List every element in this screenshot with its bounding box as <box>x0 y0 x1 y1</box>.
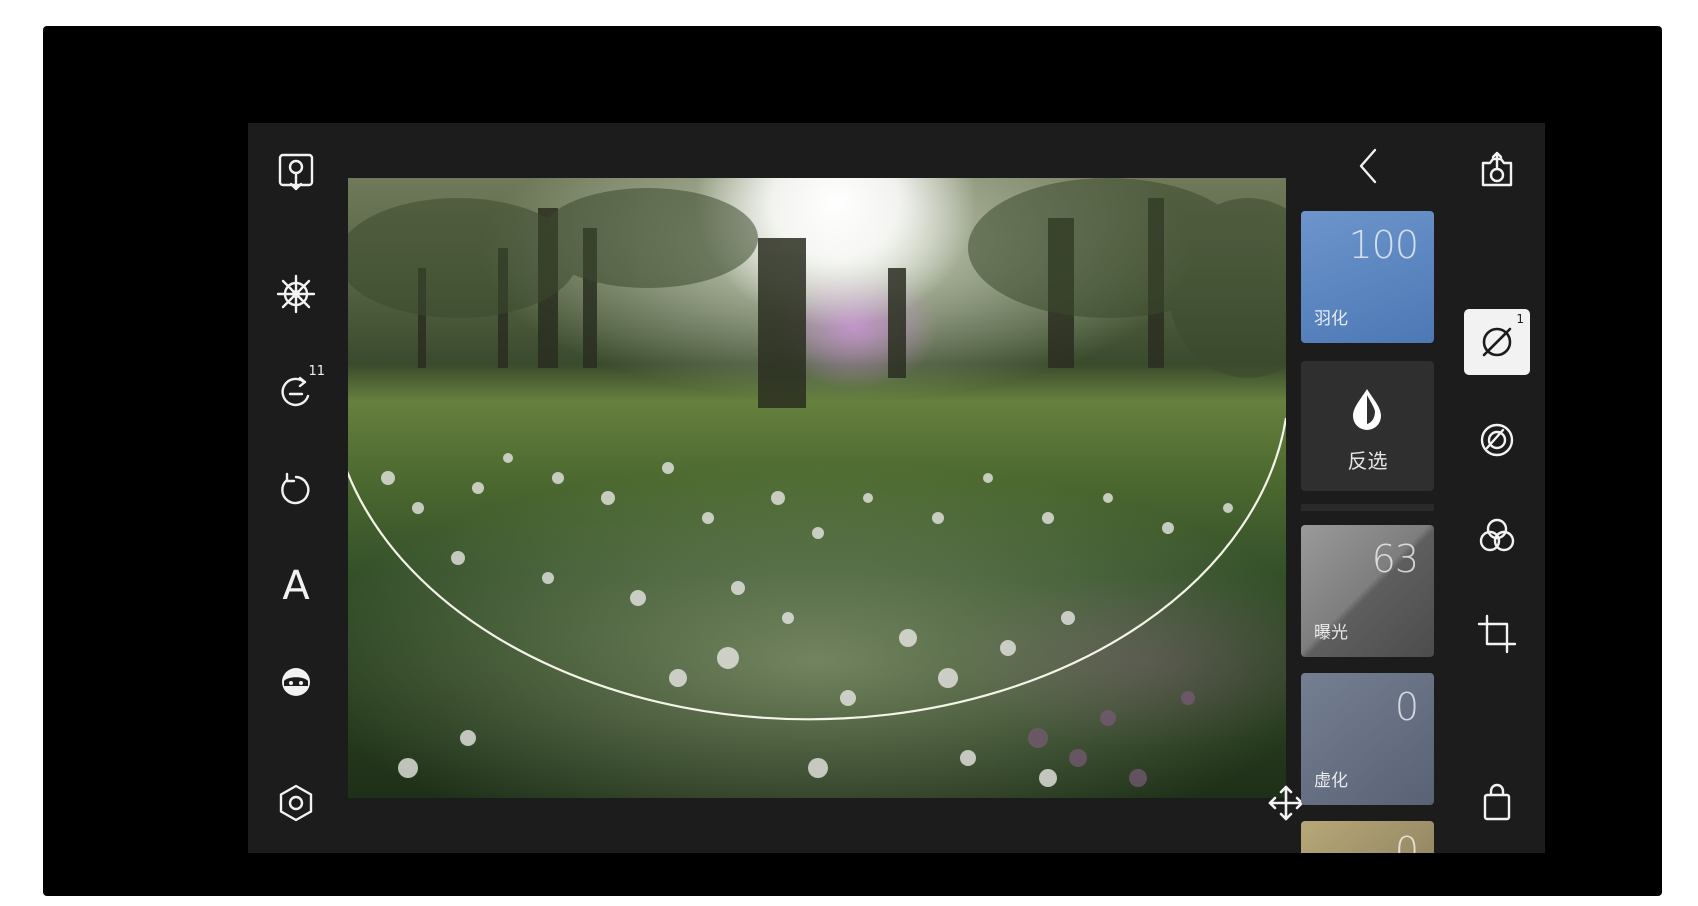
photo-editor: 11 A 100 羽化 反选 63 曝光 0 虚化 0 1 <box>248 123 1545 853</box>
history-icon[interactable]: 11 <box>271 365 325 417</box>
export-camera-icon[interactable] <box>1472 146 1522 196</box>
blur-card[interactable]: 0 虚化 <box>1301 673 1434 805</box>
lens-icon[interactable] <box>1472 415 1522 465</box>
next-adjust-card[interactable]: 0 <box>1301 821 1434 853</box>
wheel-icon[interactable] <box>271 269 321 319</box>
exposure-value: 63 <box>1371 537 1419 581</box>
blur-value: 0 <box>1394 685 1419 729</box>
mask-tool-icon[interactable]: 1 <box>1464 309 1530 375</box>
back-chevron-icon[interactable] <box>1344 141 1394 191</box>
screenshot-frame: 11 A 100 羽化 反选 63 曝光 0 虚化 0 1 <box>43 26 1662 896</box>
face-icon[interactable] <box>271 657 321 707</box>
text-icon-glyph: A <box>282 563 310 609</box>
photo-canvas[interactable] <box>348 178 1286 798</box>
panel-divider <box>1301 504 1434 511</box>
next-value: 0 <box>1394 829 1419 853</box>
drop-icon <box>1353 389 1381 430</box>
feather-card[interactable]: 100 羽化 <box>1301 211 1434 343</box>
color-filter-icon[interactable] <box>1472 511 1522 561</box>
exposure-card[interactable]: 63 曝光 <box>1301 525 1434 657</box>
feather-label: 羽化 <box>1314 309 1348 329</box>
feather-value: 100 <box>1348 223 1419 267</box>
crop-icon[interactable] <box>1472 609 1522 659</box>
text-icon[interactable]: A <box>271 561 321 611</box>
blur-label: 虚化 <box>1314 771 1348 791</box>
invert-label: 反选 <box>1347 449 1388 473</box>
mask-count: 1 <box>1516 312 1524 326</box>
settings-hexagon-icon[interactable] <box>271 778 321 828</box>
invert-card[interactable]: 反选 <box>1301 361 1434 491</box>
shop-bag-icon[interactable] <box>1472 778 1522 828</box>
radial-mask-arc[interactable] <box>348 178 1286 798</box>
rotate-icon[interactable] <box>271 465 321 515</box>
history-count: 11 <box>308 364 325 379</box>
save-frame-icon[interactable] <box>271 146 321 196</box>
exposure-label: 曝光 <box>1314 623 1348 643</box>
